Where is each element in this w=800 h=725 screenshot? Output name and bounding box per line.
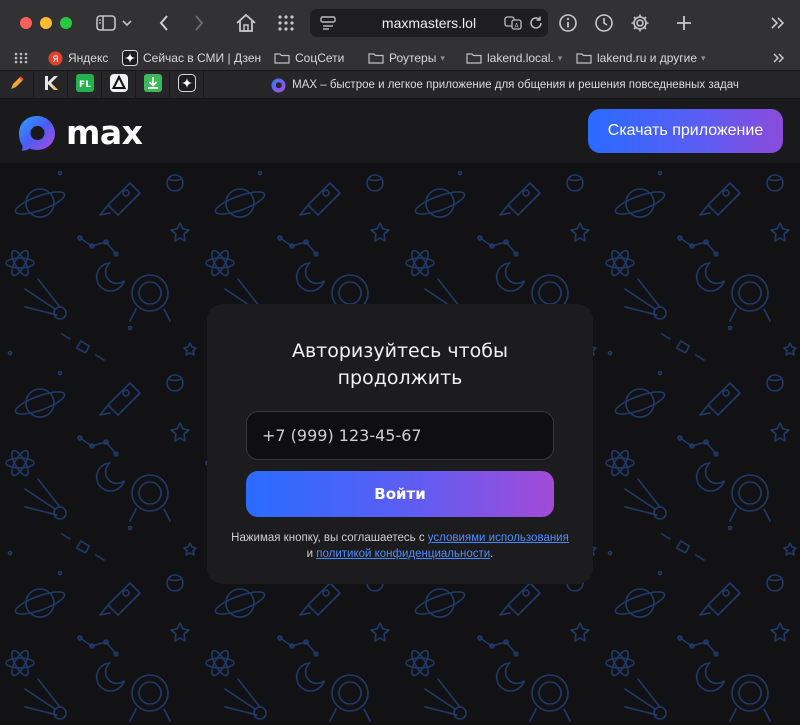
login-button[interactable]: Войти (246, 471, 554, 517)
folder-icon (466, 52, 482, 64)
info-icon[interactable] (556, 11, 580, 35)
translate-icon[interactable]: A (504, 15, 522, 36)
login-title-line2: продолжить (337, 367, 463, 389)
svg-text:Я: Я (52, 55, 58, 65)
web-page: max Скачать приложение Авторизуйтесь что… (0, 99, 800, 725)
chevron-down-icon: ▾ (557, 52, 563, 63)
logo-wordmark: max (66, 113, 143, 152)
minimize-window-button[interactable] (40, 17, 52, 29)
bookmark-label: Сейчас в СМИ | Дзен (143, 51, 262, 65)
browser-toolbar: maxmasters.lol A (0, 0, 800, 46)
bookmark-label: СоцСети (295, 51, 345, 65)
bookmark-label: lakend.ru и другие (597, 51, 698, 65)
dzen-icon (122, 50, 138, 66)
svg-text:FL: FL (79, 80, 91, 90)
gear-icon[interactable] (628, 11, 652, 35)
bookmarks-grid-icon[interactable] (14, 49, 28, 67)
window-controls (20, 17, 72, 29)
bookmark-folder-lakend-local[interactable]: lakend.local. ▾ (466, 49, 562, 67)
privacy-policy-link[interactable]: политикой конфиденциальности (316, 548, 490, 560)
tab-max[interactable]: MAX – быстрое и легкое приложение для об… (210, 71, 800, 99)
spark-icon (177, 73, 196, 97)
chevron-down-icon[interactable] (120, 11, 134, 35)
yandex-icon: Я (48, 51, 63, 66)
pencil-icon (8, 74, 26, 97)
bookmarks-bar: Я Яндекс Сейчас в СМИ | Дзен СоцСети Роу… (0, 46, 800, 70)
pinned-tab-fl[interactable]: FL (68, 71, 102, 99)
terms-text: Нажимая кнопку, вы соглашаетесь с (231, 532, 428, 544)
bookmark-label: Яндекс (68, 51, 109, 65)
reload-icon[interactable] (528, 15, 544, 36)
bookmark-label: Роутеры (389, 51, 437, 65)
bookmark-folder-routers[interactable]: Роутеры ▾ (368, 49, 445, 67)
bookmark-label: lakend.local. (487, 51, 554, 65)
overflow-chevron-icon[interactable] (766, 11, 790, 35)
site-header: max Скачать приложение (0, 99, 800, 163)
forward-icon[interactable] (187, 11, 211, 35)
terms-text: и (306, 548, 317, 560)
max-logo[interactable]: max (17, 113, 143, 152)
terms-of-use-link[interactable]: условиями использования (428, 532, 569, 544)
bookmark-folder-socseti[interactable]: СоцСети (274, 49, 344, 67)
pinned-tab-k[interactable] (34, 71, 68, 99)
tab-bar: FL MAX – быстрое и легкое приложение для… (0, 70, 800, 99)
phone-input[interactable] (246, 411, 554, 460)
folder-icon (274, 52, 290, 64)
pinned-tab-pencil[interactable] (0, 71, 34, 99)
k-logo-icon (42, 74, 60, 97)
new-tab-icon[interactable] (672, 11, 696, 35)
zoom-window-button[interactable] (60, 17, 72, 29)
triangle-app-icon (109, 73, 128, 97)
login-card: Авторизуйтесь чтобы продолжить Войти Наж… (207, 304, 593, 584)
back-icon[interactable] (152, 11, 176, 35)
chevron-down-icon: ▾ (701, 52, 706, 63)
pinned-tab-spark[interactable] (170, 71, 204, 99)
pinned-tab-triangle[interactable] (102, 71, 136, 99)
terms-text: . (490, 548, 494, 560)
login-title: Авторизуйтесь чтобы продолжить (207, 338, 593, 392)
download-app-button[interactable]: Скачать приложение (588, 109, 783, 153)
bookmarks-overflow-icon[interactable] (772, 49, 786, 67)
max-logo-icon (19, 115, 55, 151)
grid-icon[interactable] (274, 11, 298, 35)
home-icon[interactable] (234, 11, 258, 35)
download-icon (143, 73, 162, 97)
max-favicon-icon (271, 78, 286, 93)
close-window-button[interactable] (20, 17, 32, 29)
folder-icon (576, 52, 592, 64)
sidebar-icon[interactable] (94, 11, 118, 35)
browser-window: maxmasters.lol A Я Яндекс Сейчас в СМИ |… (0, 0, 800, 725)
bookmark-yandex[interactable]: Я Яндекс (48, 49, 108, 67)
chevron-down-icon: ▾ (440, 52, 445, 63)
fl-logo-icon: FL (75, 73, 94, 97)
bookmark-folder-lakend-ru[interactable]: lakend.ru и другие ▾ (576, 49, 706, 67)
terms-notice: Нажимая кнопку, вы соглашаетесь с услови… (227, 530, 573, 562)
address-bar[interactable]: maxmasters.lol A (310, 9, 548, 37)
pinned-tab-download[interactable] (136, 71, 170, 99)
login-title-line1: Авторизуйтесь чтобы (291, 340, 509, 362)
folder-icon (368, 52, 384, 64)
bookmark-dzen[interactable]: Сейчас в СМИ | Дзен (122, 49, 261, 67)
history-icon[interactable] (592, 11, 616, 35)
tab-title: MAX – быстрое и легкое приложение для об… (292, 79, 739, 91)
